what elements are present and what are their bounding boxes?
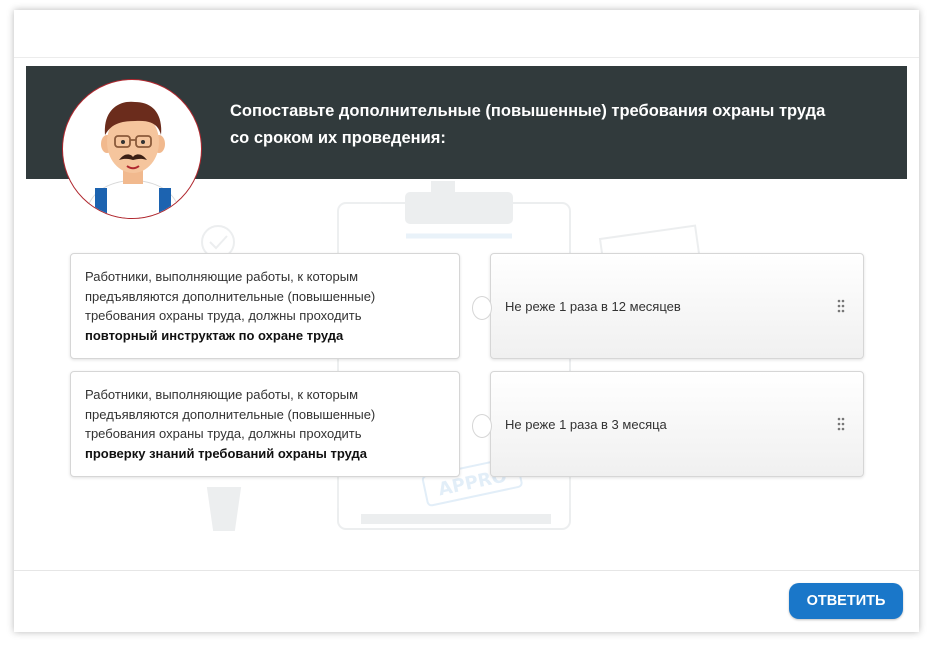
puzzle-connector-icon bbox=[472, 414, 492, 438]
drag-handle-icon[interactable] bbox=[837, 417, 845, 431]
footer-divider bbox=[14, 570, 919, 571]
question-text: Сопоставьте дополнительные (повышенные) … bbox=[230, 102, 826, 147]
statement-card: Работники, выполняющие работы, к которым… bbox=[70, 253, 460, 359]
statement-emphasis: проверку знаний требований охраны труда bbox=[85, 445, 368, 461]
drag-handle-icon[interactable] bbox=[837, 299, 845, 313]
statement-text: Работники, выполняющие работы, к которым… bbox=[85, 385, 415, 463]
top-divider bbox=[14, 57, 919, 58]
statement-card: Работники, выполняющие работы, к которым… bbox=[70, 371, 460, 477]
statement-emphasis: повторный инструктаж по охране труда bbox=[85, 327, 344, 343]
puzzle-connector-icon bbox=[472, 296, 492, 320]
statement-text: Работники, выполняющие работы, к которым… bbox=[85, 267, 415, 345]
statement-body: Работники, выполняющие работы, к которым… bbox=[85, 387, 376, 441]
worker-avatar-icon bbox=[62, 79, 202, 219]
answer-text: Не реже 1 раза в 12 месяцев bbox=[505, 298, 681, 314]
answer-text: Не реже 1 раза в 3 месяца bbox=[505, 416, 667, 432]
statement-body: Работники, выполняющие работы, к которым… bbox=[85, 269, 376, 323]
submit-button[interactable]: ОТВЕТИТЬ bbox=[789, 583, 903, 619]
answer-drag-card[interactable]: Не реже 1 раза в 3 месяца bbox=[490, 371, 864, 477]
quiz-frame: APPRO Сопоставьте дополнительные (повыше… bbox=[14, 10, 919, 632]
answer-drag-card[interactable]: Не реже 1 раза в 12 месяцев bbox=[490, 253, 864, 359]
